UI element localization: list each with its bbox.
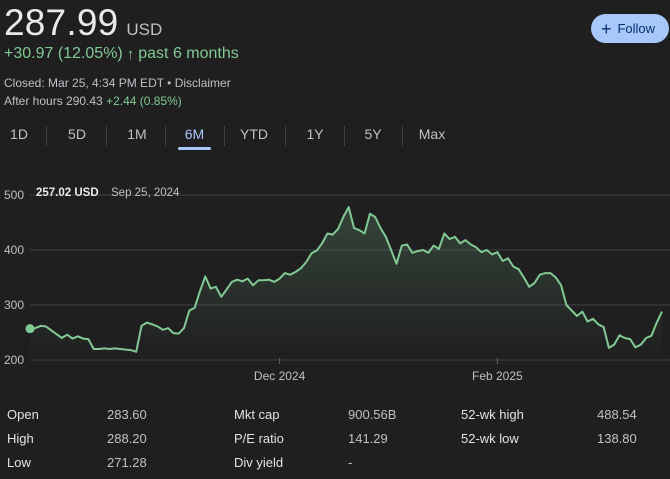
- y-tick-label: 300: [4, 298, 24, 312]
- tab-max[interactable]: Max: [414, 122, 450, 150]
- stat-value-pe-ratio: 141.29: [348, 431, 388, 446]
- stats-row: Low 271.28 Div yield -: [0, 455, 670, 479]
- tab-divider: [224, 126, 225, 146]
- tab-divider: [106, 126, 107, 146]
- tab-1m[interactable]: 1M: [120, 122, 154, 150]
- stat-label-low: Low: [7, 455, 31, 470]
- stat-label-high: High: [7, 431, 34, 446]
- currency-label: USD: [126, 20, 163, 39]
- follow-button[interactable]: + Follow: [591, 14, 669, 43]
- price-chart[interactable]: 500 400 300 200 Dec 2024 Feb 2025 257.02 USD Se…: [0, 178, 670, 390]
- hover-point: [25, 324, 35, 334]
- tab-1y[interactable]: 1Y: [300, 122, 330, 150]
- tab-divider: [402, 126, 403, 146]
- follow-label: Follow: [617, 21, 656, 36]
- change-period: past 6 months: [138, 45, 239, 62]
- stat-value-52wk-high: 488.54: [597, 407, 637, 422]
- tab-ytd[interactable]: YTD: [234, 122, 274, 150]
- tab-divider: [165, 126, 166, 146]
- y-tick-label: 200: [4, 353, 24, 367]
- y-tick-label: 500: [4, 188, 24, 202]
- stat-value-low: 271.28: [107, 455, 147, 470]
- change-amount: +30.97 (12.05%): [4, 45, 123, 62]
- tab-divider: [344, 126, 345, 146]
- y-tick-label: 400: [4, 243, 24, 257]
- stat-label-52wk-high: 52-wk high: [461, 407, 524, 422]
- plus-icon: +: [600, 18, 612, 39]
- stat-label-52wk-low: 52-wk low: [461, 431, 519, 446]
- stats-row: High 288.20 P/E ratio 141.29 52-wk low 1…: [0, 431, 670, 455]
- after-hours-change: +2.44 (0.85%): [106, 94, 182, 108]
- price-header: 287.99 USD: [4, 2, 162, 44]
- x-tick-label: Dec 2024: [254, 369, 306, 383]
- stat-label-pe-ratio: P/E ratio: [234, 431, 284, 446]
- stat-value-div-yield: -: [348, 455, 353, 470]
- stat-label-mkt-cap: Mkt cap: [234, 407, 280, 422]
- stat-value-mkt-cap: 900.56B: [348, 407, 397, 422]
- stat-value-high: 288.20: [107, 431, 147, 446]
- price-change: +30.97 (12.05%) ↑ past 6 months: [4, 45, 239, 63]
- stats-row: Open 283.60 Mkt cap 900.56B 52-wk high 4…: [0, 407, 670, 431]
- series-area: [30, 207, 662, 360]
- after-hours-price: After hours 290.43: [4, 94, 103, 108]
- tab-6m[interactable]: 6M: [178, 122, 211, 150]
- stat-value-open: 283.60: [107, 407, 147, 422]
- x-tick-label: Feb 2025: [472, 369, 523, 383]
- hover-value: 257.02 USD: [36, 187, 99, 199]
- stat-label-open: Open: [7, 407, 39, 422]
- range-tabs: 1D 5D 1M 6M YTD 1Y 5Y Max: [0, 122, 470, 152]
- hover-date: Sep 25, 2024: [111, 187, 180, 199]
- tab-5d[interactable]: 5D: [62, 122, 92, 150]
- tab-1d[interactable]: 1D: [4, 122, 34, 150]
- after-hours-info: After hours 290.43 +2.44 (0.85%): [4, 94, 182, 108]
- current-price: 287.99: [4, 2, 119, 43]
- stat-label-div-yield: Div yield: [234, 455, 284, 470]
- tab-divider: [285, 126, 286, 146]
- arrow-up-icon: ↑: [126, 45, 135, 63]
- closed-info: Closed: Mar 25, 4:34 PM EDT • Disclaimer: [4, 76, 231, 90]
- tab-divider: [46, 126, 47, 146]
- stat-value-52wk-low: 138.80: [597, 431, 637, 446]
- tab-5y[interactable]: 5Y: [358, 122, 388, 150]
